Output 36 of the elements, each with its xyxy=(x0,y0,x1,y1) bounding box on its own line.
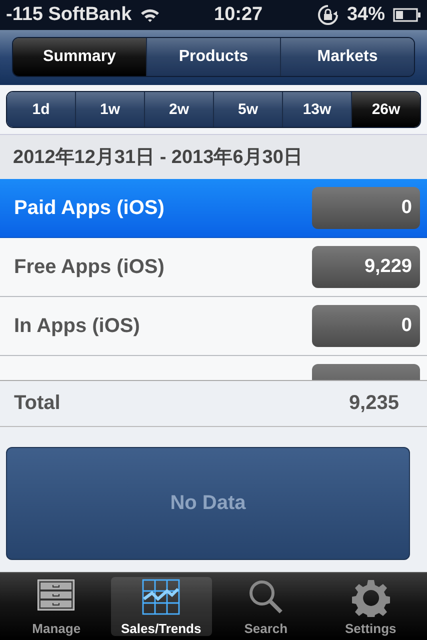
settings-icon xyxy=(352,579,390,617)
period-tab[interactable]: 1w xyxy=(75,92,144,127)
value-box: 9,229 xyxy=(312,246,420,288)
period-tab[interactable]: 1d xyxy=(7,92,75,127)
summary-row[interactable]: Paid Apps (iOS) 0 xyxy=(0,179,427,238)
period-tab[interactable]: 5w xyxy=(213,92,282,127)
period-tab[interactable]: 13w xyxy=(282,92,351,127)
value-box: 0 xyxy=(312,305,420,347)
view-tab[interactable]: Products xyxy=(146,38,280,76)
line-chart-icon xyxy=(142,579,180,615)
value-box: 0 xyxy=(312,187,420,229)
carrier-name: -115 SoftBank xyxy=(6,4,132,26)
row-label: Paid Apps (iOS) xyxy=(14,196,164,220)
view-tab[interactable]: Markets xyxy=(280,38,414,76)
period-tab[interactable]: 2w xyxy=(144,92,213,127)
view-tab[interactable]: Summary xyxy=(13,38,146,76)
total-value: 9,235 xyxy=(348,392,399,415)
date-range: 2012年12月31日 - 2013年6月30日 xyxy=(0,135,427,179)
battery-percent: 34% xyxy=(346,4,386,26)
summary-row[interactable]: In Apps (iOS) 0 xyxy=(0,297,427,356)
tab-bar-item[interactable]: Settings xyxy=(320,577,421,636)
tab-bar-item[interactable]: Sales/Trends xyxy=(110,577,212,636)
tab-bar-item[interactable]: Manage xyxy=(6,577,107,636)
chart-panel: No Data xyxy=(6,447,410,560)
period-tab[interactable]: 26w xyxy=(351,92,420,127)
wifi-icon xyxy=(140,7,160,23)
search-icon xyxy=(248,579,284,615)
row-label: In Apps (iOS) xyxy=(14,314,140,338)
summary-row[interactable]: Free Apps (iOS) 9,229 xyxy=(0,238,427,297)
clock-time: 10:27 xyxy=(214,4,263,26)
drawers-icon xyxy=(37,579,76,611)
battery-icon xyxy=(393,8,422,22)
total-label: Total xyxy=(14,392,60,415)
tab-bar-item[interactable]: Search xyxy=(216,577,316,636)
row-label: Free Apps (iOS) xyxy=(14,256,164,278)
rotation-lock-icon xyxy=(316,4,339,26)
